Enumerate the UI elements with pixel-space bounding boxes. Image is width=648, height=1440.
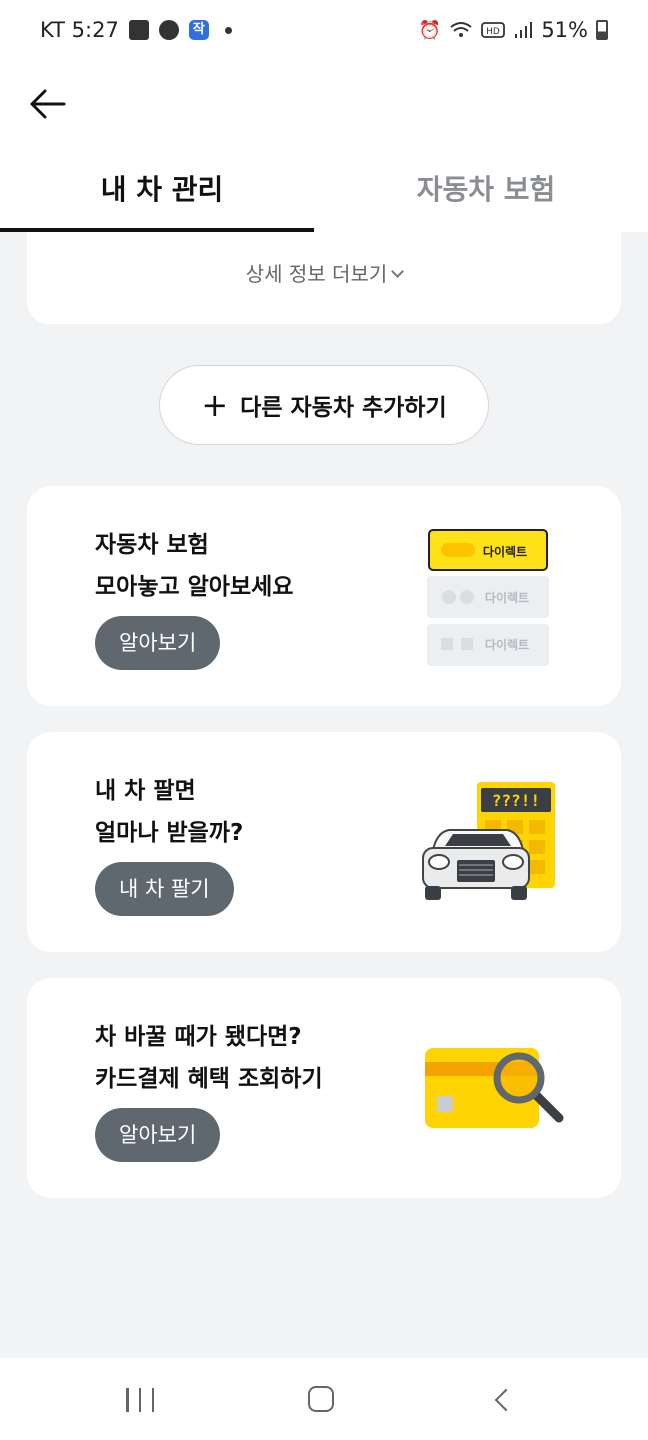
tab-car-insurance[interactable]: 자동차 보험 [324, 154, 648, 232]
promo-title-line2: 모아놓고 알아보세요 [95, 574, 294, 600]
wifi-icon [450, 22, 472, 37]
promo-title: 차 바꿀 때가 됐다면? 카드결제 혜택 조회하기 [95, 1016, 323, 1100]
tab-bar: 내 차 관리 자동차 보험 [0, 154, 648, 232]
learn-more-button[interactable]: 알아보기 [95, 1108, 221, 1162]
battery-icon [596, 20, 608, 40]
carrier-time: KT 5:27 [40, 18, 119, 42]
promo-title-line2: 얼마나 받을까? [95, 820, 244, 846]
back-button[interactable] [28, 86, 68, 122]
app-notification-icon: 작 [188, 20, 209, 40]
status-bar: KT 5:27 작 ⏰ HD 51% [0, 0, 648, 66]
chat-notification-icon [158, 20, 179, 40]
promo-card-sell-car: 내 차 팔면 얼마나 받을까? 내 차 팔기 ???!! [27, 732, 621, 952]
add-car-label: 다른 자동차 추가하기 [240, 395, 447, 421]
status-right: ⏰ HD 51% [419, 18, 608, 42]
insurance-compare-illustration: 다이렉트 다이렉트 다이렉트 [427, 529, 549, 666]
promo-title: 내 차 팔면 얼마나 받을까? [95, 770, 243, 854]
car-calculator-illustration: ???!! [422, 782, 555, 900]
credit-card-search-illustration [425, 1048, 564, 1128]
alarm-icon: ⏰ [418, 19, 442, 41]
promo-title-line1: 내 차 팔면 [95, 778, 196, 804]
gallery-notification-icon [128, 20, 149, 40]
arrow-left-icon [30, 89, 66, 119]
home-icon[interactable] [308, 1386, 334, 1412]
tab-my-car[interactable]: 내 차 관리 [0, 154, 324, 232]
sell-my-car-button[interactable]: 내 차 팔기 [95, 862, 234, 916]
promo-card-card-benefits: 차 바꿀 때가 됐다면? 카드결제 혜택 조회하기 알아보기 [27, 978, 621, 1198]
signal-icon [515, 22, 533, 38]
add-car-button[interactable]: + 다른 자동차 추가하기 [159, 365, 489, 445]
promo-title-line1: 자동차 보험 [95, 532, 209, 558]
plus-icon: + [201, 386, 229, 424]
direct-label-2: 다이렉트 [485, 590, 529, 605]
chevron-down-icon [391, 265, 405, 278]
system-nav-bar [0, 1358, 648, 1440]
promo-title-line2: 카드결제 혜택 조회하기 [95, 1066, 323, 1092]
promo-card-insurance: 자동차 보험 모아놓고 알아보세요 알아보기 다이렉트 다이렉트 다이렉트 [27, 486, 621, 706]
app-header: 내 차 관리 자동차 보험 [0, 66, 648, 232]
car-detail-card: 상세 정보 더보기 [27, 232, 621, 324]
svg-text:HD: HD [486, 27, 500, 37]
more-details-label: 상세 정보 더보기 [245, 262, 388, 286]
battery-percent: 51% [541, 18, 588, 42]
more-notifications-dot-icon [224, 26, 232, 34]
promo-title: 자동차 보험 모아놓고 알아보세요 [95, 524, 293, 608]
direct-label-3: 다이렉트 [485, 637, 529, 652]
direct-label-1: 다이렉트 [483, 544, 527, 559]
system-back-icon[interactable] [494, 1388, 518, 1412]
status-left: KT 5:27 작 [40, 18, 232, 42]
learn-more-button[interactable]: 알아보기 [95, 616, 221, 670]
recent-apps-icon[interactable] [126, 1388, 154, 1412]
calculator-display: ???!! [492, 791, 540, 810]
more-details-link[interactable]: 상세 정보 더보기 [245, 258, 405, 287]
promo-title-line1: 차 바꿀 때가 됐다면? [95, 1024, 302, 1050]
hd-icon: HD [481, 22, 506, 38]
